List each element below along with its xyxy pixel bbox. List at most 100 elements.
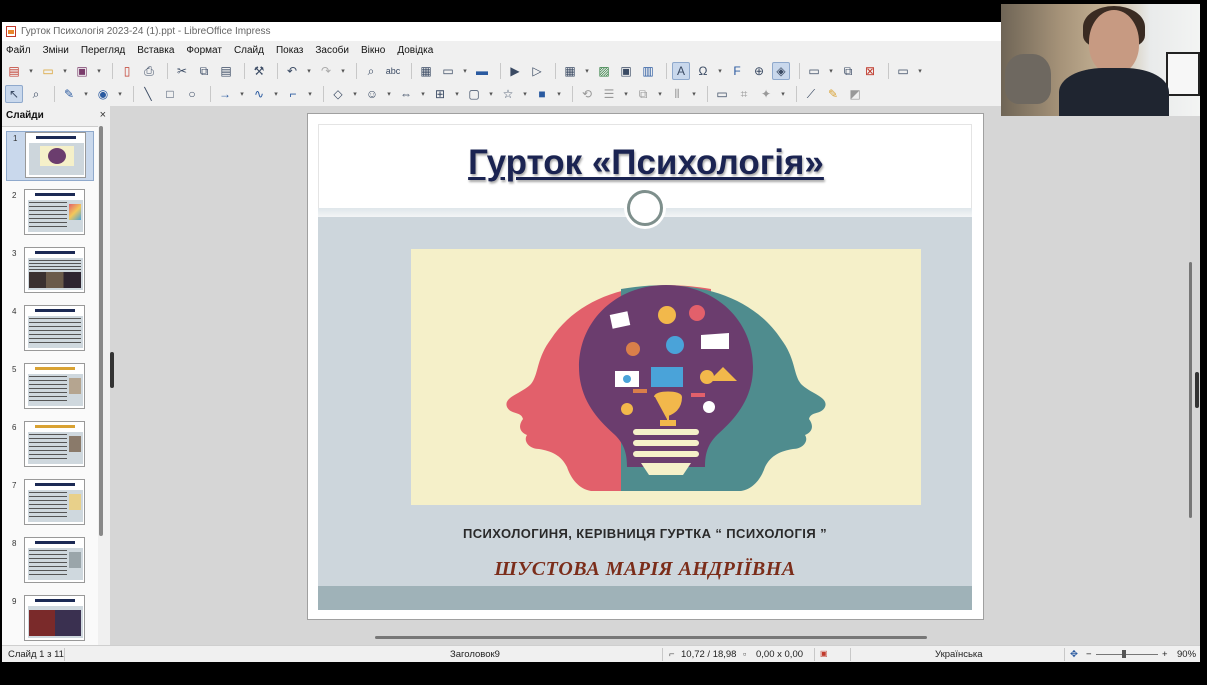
- redo-dropdown-chevron-icon[interactable]: ▾: [339, 62, 347, 80]
- duplicate-slide-icon[interactable]: ⧉: [839, 62, 857, 80]
- image-icon[interactable]: ▨: [595, 62, 613, 80]
- glue-points-icon[interactable]: ✎: [824, 85, 842, 103]
- ellipse-icon[interactable]: ○: [183, 85, 201, 103]
- grid-icon[interactable]: ▦: [417, 62, 435, 80]
- block-arrows-icon[interactable]: ⇔: [397, 85, 415, 103]
- symbol-shapes-icon[interactable]: ☺: [363, 85, 381, 103]
- stars-icon[interactable]: ☆: [499, 85, 517, 103]
- connector-icon[interactable]: ⌐: [284, 85, 302, 103]
- slides-panel-scrollbar[interactable]: [99, 126, 103, 536]
- current-slide[interactable]: Гурток «Психологія» ПСИХОЛОГИНЯ, КЕРІВНИ…: [307, 113, 984, 620]
- slide-thumbnail-4[interactable]: 4: [6, 305, 94, 355]
- flowchart-chevron-icon[interactable]: ▾: [453, 85, 461, 103]
- slide-thumbnail-9[interactable]: 9: [6, 595, 94, 645]
- arrow-line-icon[interactable]: →: [216, 85, 234, 103]
- menu-file[interactable]: Файл: [6, 45, 31, 56]
- rotate-icon[interactable]: ⟲: [578, 85, 596, 103]
- basic-shapes-icon[interactable]: ◇: [329, 85, 347, 103]
- new-slide-icon[interactable]: ▭: [805, 62, 823, 80]
- menu-format[interactable]: Формат: [186, 45, 222, 56]
- 3d-objects-chevron-icon[interactable]: ▾: [555, 85, 563, 103]
- filter-icon[interactable]: ✦: [757, 85, 775, 103]
- start-current-slide-icon[interactable]: ▷: [528, 62, 546, 80]
- shadow-icon[interactable]: ▭: [713, 85, 731, 103]
- table-chevron-icon[interactable]: ▾: [583, 62, 591, 80]
- undo-icon[interactable]: ↶: [283, 62, 301, 80]
- save-dropdown-chevron-icon[interactable]: ▾: [95, 62, 103, 80]
- textbox-icon[interactable]: A: [672, 62, 690, 80]
- master-slide-icon[interactable]: ▬: [473, 62, 491, 80]
- media-icon[interactable]: ▣: [617, 62, 635, 80]
- menu-window[interactable]: Вікно: [361, 45, 385, 56]
- cut-icon[interactable]: ✂: [173, 62, 191, 80]
- close-panel-icon[interactable]: ×: [100, 109, 106, 121]
- slide-thumbnail-8[interactable]: 8: [6, 537, 94, 587]
- symbol-shapes-chevron-icon[interactable]: ▾: [385, 85, 393, 103]
- panel-collapse-handle-left[interactable]: [110, 352, 114, 388]
- display-views-icon[interactable]: ▭: [439, 62, 457, 80]
- slide-layout-icon[interactable]: ▭: [894, 62, 912, 80]
- menu-slide[interactable]: Слайд: [234, 45, 264, 56]
- extrusion-icon[interactable]: ◩: [846, 85, 864, 103]
- select-icon[interactable]: ↖: [5, 85, 23, 103]
- delete-slide-icon[interactable]: ⊠: [861, 62, 879, 80]
- panel-collapse-handle-right[interactable]: [1195, 372, 1199, 408]
- align-icon[interactable]: ☰: [600, 85, 618, 103]
- new-document-icon[interactable]: ▤: [5, 62, 23, 80]
- align-chevron-icon[interactable]: ▾: [622, 85, 630, 103]
- zoom-slider-handle[interactable]: [1122, 650, 1126, 658]
- fill-color-icon[interactable]: ◉: [94, 85, 112, 103]
- zoom-in-button[interactable]: +: [1162, 649, 1168, 660]
- slide-thumbnail-3[interactable]: 3: [6, 247, 94, 297]
- basic-shapes-chevron-icon[interactable]: ▾: [351, 85, 359, 103]
- fill-color-chevron-icon[interactable]: ▾: [116, 85, 124, 103]
- export-pdf-icon[interactable]: ▯: [118, 62, 136, 80]
- stars-chevron-icon[interactable]: ▾: [521, 85, 529, 103]
- arrow-line-chevron-icon[interactable]: ▾: [238, 85, 246, 103]
- line-tool-icon[interactable]: ╲: [139, 85, 157, 103]
- presenter-name[interactable]: ШУСТОВА МАРІЯ АНДРІЇВНА: [318, 558, 972, 581]
- layout-name[interactable]: Заголовок9: [450, 649, 500, 660]
- curve-icon[interactable]: ∿: [250, 85, 268, 103]
- slide-thumbnail-7[interactable]: 7: [6, 479, 94, 529]
- slide-thumbnail-2[interactable]: 2: [6, 189, 94, 239]
- copy-icon[interactable]: ⧉: [195, 62, 213, 80]
- slide-thumbnail-1[interactable]: 1: [6, 131, 94, 181]
- crop-icon[interactable]: ⌗: [735, 85, 753, 103]
- psychology-heads-lightbulb-image[interactable]: [411, 249, 921, 505]
- flowchart-icon[interactable]: ⊞: [431, 85, 449, 103]
- start-presentation-icon[interactable]: ▶: [506, 62, 524, 80]
- show-draw-functions-icon[interactable]: ◈: [772, 62, 790, 80]
- menu-insert[interactable]: Вставка: [137, 45, 174, 56]
- menu-view[interactable]: Перегляд: [81, 45, 125, 56]
- special-character-icon[interactable]: Ω: [694, 62, 712, 80]
- callout-chevron-icon[interactable]: ▾: [487, 85, 495, 103]
- horizontal-scrollbar[interactable]: [375, 636, 927, 639]
- menu-slideshow[interactable]: Показ: [276, 45, 303, 56]
- find-replace-icon[interactable]: ⌕: [362, 62, 380, 80]
- new-slide-chevron-icon[interactable]: ▾: [827, 62, 835, 80]
- vertical-scrollbar[interactable]: [1189, 262, 1192, 518]
- spellcheck-icon[interactable]: abc: [384, 62, 402, 80]
- zoom-slider[interactable]: [1096, 654, 1158, 655]
- toggle-points-icon[interactable]: ⟋: [802, 85, 820, 103]
- connector-chevron-icon[interactable]: ▾: [306, 85, 314, 103]
- slide-title[interactable]: Гурток «Психологія»: [319, 143, 973, 183]
- print-icon[interactable]: ⎙: [140, 62, 158, 80]
- zoom-out-button[interactable]: −: [1086, 649, 1092, 660]
- zoom-icon[interactable]: ⌕: [27, 85, 45, 103]
- arrange-chevron-icon[interactable]: ▾: [656, 85, 664, 103]
- curve-chevron-icon[interactable]: ▾: [272, 85, 280, 103]
- document-modified-icon[interactable]: ▣: [820, 649, 828, 658]
- block-arrows-chevron-icon[interactable]: ▾: [419, 85, 427, 103]
- clone-formatting-icon[interactable]: ⚒: [250, 62, 268, 80]
- open-folder-icon[interactable]: ▭: [39, 62, 57, 80]
- menu-help[interactable]: Довідка: [397, 45, 433, 56]
- save-icon[interactable]: ▣: [73, 62, 91, 80]
- arrange-icon[interactable]: ⧉: [634, 85, 652, 103]
- slide-layout-chevron-icon[interactable]: ▾: [916, 62, 924, 80]
- paste-icon[interactable]: ▤: [217, 62, 235, 80]
- fontwork-icon[interactable]: F: [728, 62, 746, 80]
- line-color-chevron-icon[interactable]: ▾: [82, 85, 90, 103]
- redo-icon[interactable]: ↷: [317, 62, 335, 80]
